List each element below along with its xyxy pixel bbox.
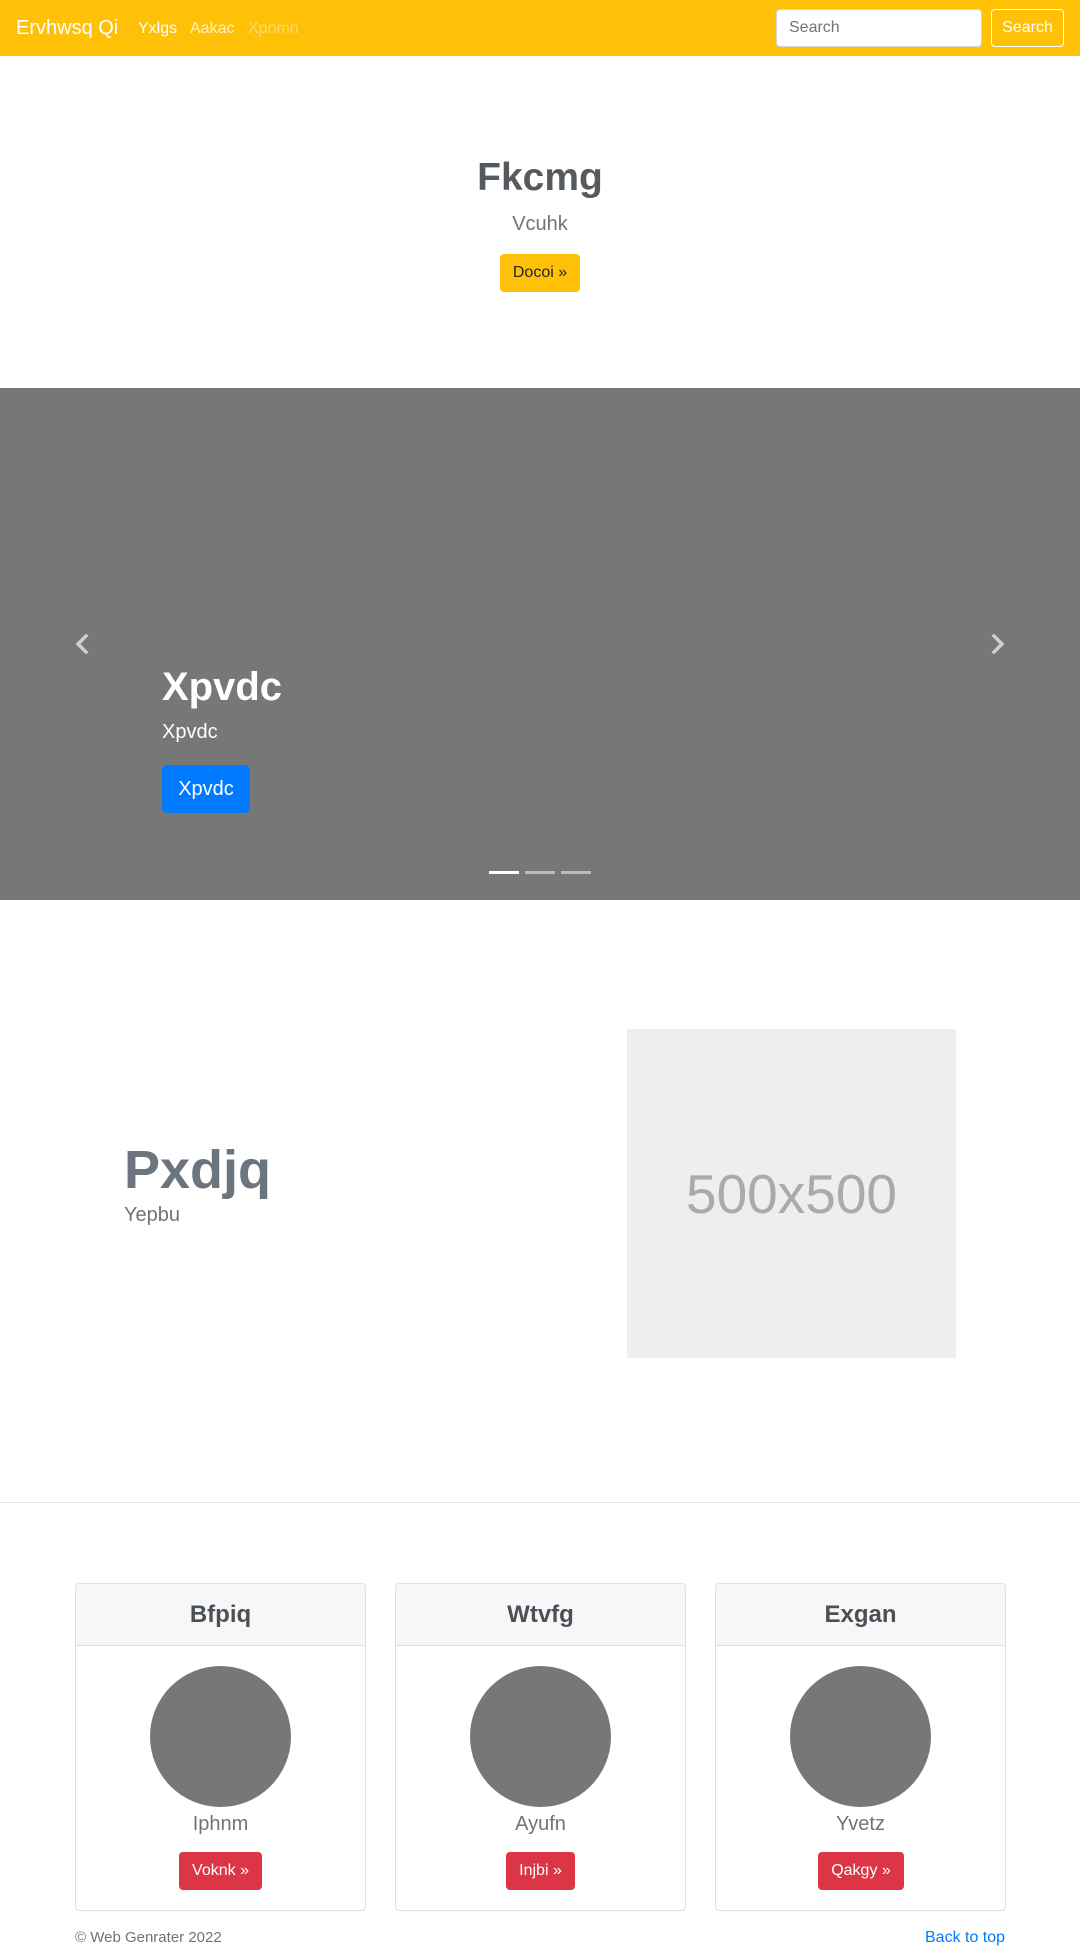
carousel-next-button[interactable] [980, 626, 1016, 662]
avatar [790, 1666, 931, 1807]
feature-image-placeholder: 500x500 [627, 1029, 956, 1358]
nav-link-yxlgs[interactable]: Yxlgs [138, 19, 177, 39]
card-name: Yvetz [836, 1813, 885, 1835]
card: Bfpiq Iphnm Voknk » [75, 1583, 366, 1911]
card-header: Wtvfg [396, 1584, 685, 1646]
carousel-indicator-3[interactable] [561, 871, 591, 874]
card-name: Ayufn [515, 1813, 566, 1835]
search-input[interactable] [776, 9, 982, 47]
card: Wtvfg Ayufn Injbi » [395, 1583, 686, 1911]
carousel-caption-title: Xpvdc [162, 665, 283, 709]
carousel-caption-button[interactable]: Xpvdc [162, 765, 250, 813]
avatar [150, 1666, 291, 1807]
search-button[interactable]: Search [991, 9, 1064, 47]
hero-subtitle: Vcuhk [512, 213, 568, 235]
card-header: Exgan [716, 1584, 1005, 1646]
footer-copyright: © Web Genrater 2022 [75, 1929, 222, 1946]
back-to-top-link[interactable]: Back to top [925, 1929, 1005, 1947]
card-button[interactable]: Injbi » [506, 1852, 575, 1890]
chevron-right-icon [991, 634, 1005, 654]
carousel-prev-button[interactable] [64, 626, 100, 662]
carousel-indicator-2[interactable] [525, 871, 555, 874]
card-name: Iphnm [192, 1813, 249, 1835]
carousel-indicator-1[interactable] [489, 871, 519, 874]
nav-link-xpnmn[interactable]: Xpnmn [248, 19, 299, 39]
nav-link-aakac[interactable]: Aakac [190, 19, 234, 39]
placeholder-label: 500x500 [685, 1162, 898, 1225]
navbar: Ervhwsq Qi Yxlgs Aakac Xpnmn Search [0, 0, 1080, 56]
card-header: Bfpiq [76, 1584, 365, 1646]
hero-button[interactable]: Docoi » [500, 254, 580, 292]
carousel: Xpvdc Xpvdc Xpvdc [0, 388, 1080, 900]
hero-title: Fkcmg [477, 156, 603, 199]
section-divider [0, 1502, 1080, 1503]
chevron-left-icon [75, 634, 89, 654]
card-button[interactable]: Voknk » [179, 1852, 262, 1890]
feature-subtitle: Yepbu [124, 1204, 180, 1226]
card: Exgan Yvetz Qakgy » [715, 1583, 1006, 1911]
avatar [470, 1666, 611, 1807]
card-button[interactable]: Qakgy » [818, 1852, 904, 1890]
carousel-caption-subtitle: Xpvdc [162, 721, 218, 743]
navbar-brand[interactable]: Ervhwsq Qi [16, 16, 118, 40]
feature-title: Pxdjq [124, 1140, 272, 1200]
